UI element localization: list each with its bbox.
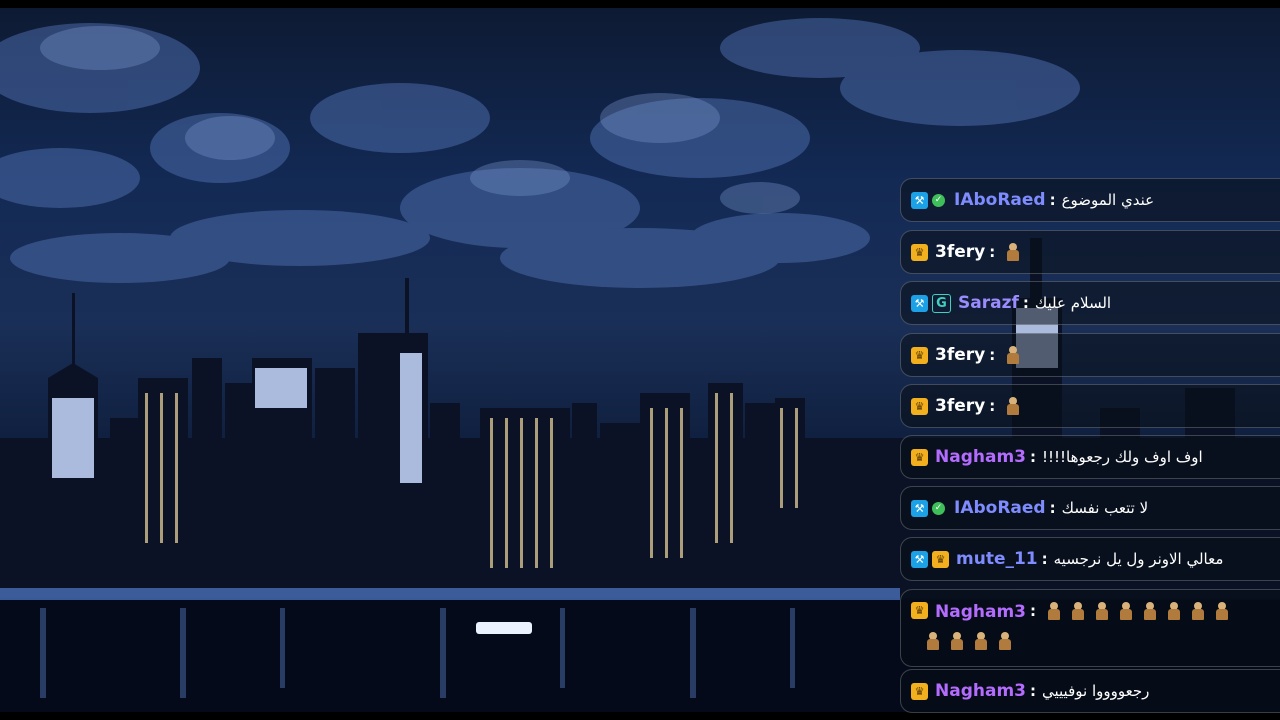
emote-icon: [1095, 602, 1109, 620]
chat-separator: :: [1041, 550, 1048, 568]
emote-icon: [926, 632, 940, 650]
emote-icon: [950, 632, 964, 650]
chat-username[interactable]: Sarazf: [958, 293, 1019, 313]
mod-icon: ⚒: [911, 550, 928, 568]
chat-separator: :: [1030, 602, 1036, 620]
chat-separator: :: [989, 346, 996, 364]
chat-text: اوف اوف ولك رجعوها!!!!: [1042, 448, 1203, 466]
chat-message: ♛ 3fery :: [900, 230, 1280, 274]
crown-icon: ♛: [911, 346, 928, 364]
chat-text: رجعووووا نوفيييي: [1042, 682, 1150, 700]
emote-icon: [1143, 602, 1157, 620]
chat-message: ⚒ G Sarazf : السلام عليك: [900, 281, 1280, 325]
chat-text: لا تتعب نفسك: [1061, 499, 1149, 517]
chat-username[interactable]: 3fery: [935, 345, 985, 365]
emote-icon: [1006, 397, 1020, 415]
chat-message: ♛ Nagham3 : رجعووووا نوفيييي: [900, 669, 1280, 713]
verified-icon: ✓: [932, 193, 945, 207]
crown-icon: ♛: [911, 602, 928, 619]
chat-username[interactable]: mute_11: [956, 549, 1038, 569]
chat-text: السلام عليك: [1034, 294, 1112, 312]
crown-icon: ♛: [911, 397, 928, 415]
emote-icon: [1006, 243, 1020, 261]
crown-icon: ♛: [911, 243, 928, 261]
chat-separator: :: [1030, 682, 1036, 700]
chat-message: ♛ Nagham3 : اوف اوف ولك رجعوها!!!!: [900, 435, 1280, 479]
emote-icon: [1071, 602, 1085, 620]
chat-username[interactable]: Nagham3: [935, 447, 1026, 467]
chat-message: ⚒ ✓ IAboRaed : عندي الموضوع: [900, 178, 1280, 222]
emote-icon: [1215, 602, 1229, 620]
chat-username[interactable]: 3fery: [935, 396, 985, 416]
chat-message: ⚒ ♛ mute_11 : معالي الاونر ول يل نرجسيه: [900, 537, 1280, 581]
chat-message: ♛ 3fery :: [900, 333, 1280, 377]
crown-icon: ♛: [932, 550, 949, 568]
chat-text: معالي الاونر ول يل نرجسيه: [1053, 550, 1224, 568]
emote-icon: [1006, 346, 1020, 364]
emote-icon: [998, 632, 1012, 650]
chat-message: ⚒ ✓ IAboRaed : لا تتعب نفسك: [900, 486, 1280, 530]
emote-icon: [1191, 602, 1205, 620]
emote-icon: [1167, 602, 1181, 620]
verified-icon: ✓: [932, 501, 945, 515]
emote-icon: [1047, 602, 1061, 620]
chat-username[interactable]: IAboRaed: [954, 498, 1046, 518]
crown-icon: ♛: [911, 682, 928, 700]
chat-separator: :: [989, 243, 996, 261]
chat-username[interactable]: IAboRaed: [954, 190, 1046, 210]
emote-row: [921, 632, 1017, 650]
chat-separator: :: [1049, 191, 1056, 209]
chat-separator: :: [1022, 294, 1029, 312]
mod-icon: ⚒: [911, 191, 928, 209]
mod-icon: ⚒: [911, 499, 928, 517]
mod-icon: ⚒: [911, 294, 928, 312]
emote-icon: [1119, 602, 1133, 620]
crown-icon: ♛: [911, 448, 928, 466]
chat-separator: :: [1030, 448, 1036, 466]
chat-overlay: ⚒ ✓ IAboRaed : عندي الموضوع ♛ 3fery : ⚒ …: [900, 178, 1280, 720]
chat-text: عندي الموضوع: [1061, 191, 1155, 209]
og-icon: G: [932, 293, 951, 313]
chat-username[interactable]: Nagham3: [935, 602, 1026, 622]
chat-username[interactable]: Nagham3: [935, 681, 1026, 701]
emote-icon: [974, 632, 988, 650]
chat-username[interactable]: 3fery: [935, 242, 985, 262]
chat-message: ♛ 3fery :: [900, 384, 1280, 428]
chat-message: ♛ Nagham3 :: [900, 589, 1280, 667]
chat-separator: :: [1049, 499, 1056, 517]
chat-separator: :: [989, 397, 996, 415]
